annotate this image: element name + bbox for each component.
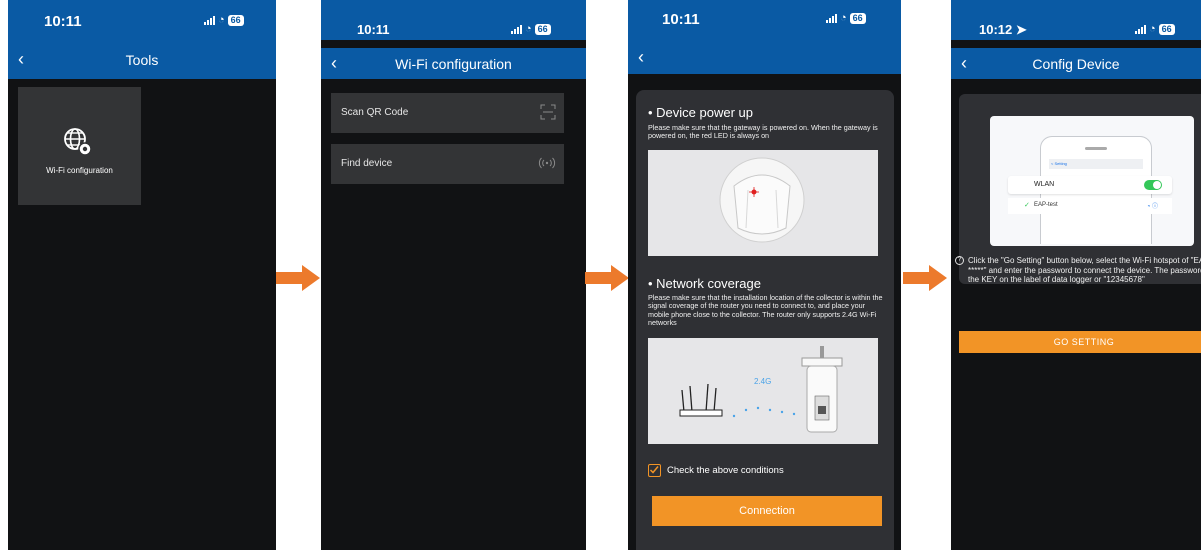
instructions-card: < Setting WLAN ✓ EAP-test ◔ ⓘ ? Click th… xyxy=(955,94,1201,284)
wifi-icon: ◔ xyxy=(525,23,532,35)
connection-button[interactable]: Connection xyxy=(652,496,882,526)
go-setting-button[interactable]: GO SETTING xyxy=(959,331,1201,353)
status-bar: 10:11 ◔ 66 xyxy=(628,0,901,40)
mock-network-row: ✓ EAP-test ◔ ⓘ xyxy=(1008,198,1172,214)
nav-bar: ‹ Config Device xyxy=(951,48,1201,79)
flow-arrow-icon xyxy=(585,265,629,291)
network-coverage-text: Please make sure that the installation l… xyxy=(648,293,883,328)
status-time-text: 10:12 xyxy=(979,22,1013,37)
band-label: 2.4G xyxy=(754,377,771,386)
wifi-icon: ◔ xyxy=(218,14,225,26)
help-icon: ? xyxy=(955,256,964,265)
wifi-configuration-tile[interactable]: Wi-Fi configuration xyxy=(18,87,141,205)
wifi-icon: ◔ xyxy=(840,12,847,24)
conditions-checkbox-row[interactable]: Check the above conditions xyxy=(648,464,784,477)
status-bar: 10:12 ➤ ◔ 66 xyxy=(951,0,1201,40)
cellular-signal-icon xyxy=(511,24,522,34)
status-icons: ◔ 66 xyxy=(826,12,866,24)
conditions-card: • Device power up Please make sure that … xyxy=(636,90,894,550)
mock-setting-back: < Setting xyxy=(1049,159,1143,169)
instruction-tip: ? Click the "Go Setting" button below, s… xyxy=(955,256,1201,285)
battery-icon: 66 xyxy=(1158,23,1175,35)
status-time: 10:11 xyxy=(662,11,700,28)
battery-icon: 66 xyxy=(849,12,866,24)
power-up-text: Please make sure that the gateway is pow… xyxy=(648,123,878,141)
check-conditions-label: Check the above conditions xyxy=(667,465,784,476)
battery-icon: 66 xyxy=(227,14,244,26)
nav-bar: ‹ xyxy=(628,40,901,74)
toggle-on-icon xyxy=(1144,180,1162,190)
globe-gear-icon xyxy=(64,128,92,156)
cellular-signal-icon xyxy=(204,15,215,25)
location-arrow-icon: ➤ xyxy=(1015,22,1027,37)
page-title: Config Device xyxy=(1032,56,1120,72)
gateway-led-illustration xyxy=(648,150,878,256)
flow-arrow-icon xyxy=(276,265,320,291)
wlan-settings-mock: < Setting WLAN ✓ EAP-test ◔ ⓘ xyxy=(990,116,1194,246)
network-coverage-heading: • Network coverage xyxy=(648,276,761,291)
nav-bar: ‹ Tools xyxy=(8,40,276,79)
scan-qr-code-item[interactable]: Scan QR Code xyxy=(331,93,564,133)
scan-qr-code-label: Scan QR Code xyxy=(341,107,409,118)
phone-checklist-screen: 10:11 ◔ 66 ‹ • Device power up Please ma… xyxy=(628,0,901,550)
flow-arrow-icon xyxy=(903,265,947,291)
mock-network-label: EAP-test xyxy=(1034,202,1058,208)
battery-icon: 66 xyxy=(534,23,551,35)
find-device-label: Find device xyxy=(341,158,393,169)
back-chevron-icon[interactable]: ‹ xyxy=(638,48,644,66)
cellular-signal-icon xyxy=(1135,24,1146,34)
phone-wifi-config-screen: 10:11 ◔ 66 ‹ Wi-Fi configuration Scan QR… xyxy=(321,0,586,550)
status-icons: ◔ 66 xyxy=(1135,23,1175,35)
status-bar: 10:11 ◔ 66 xyxy=(321,0,586,40)
status-icons: ◔ 66 xyxy=(511,23,551,35)
nav-bar: ‹ Wi-Fi configuration xyxy=(321,48,586,79)
instruction-text: Click the "Go Setting" button below, sel… xyxy=(968,256,1201,284)
mock-wlan-row: WLAN xyxy=(1008,176,1172,194)
page-title: Wi-Fi configuration xyxy=(395,56,512,72)
signal-icon xyxy=(538,157,556,169)
checkbox-checked-icon[interactable] xyxy=(648,464,661,477)
status-icons: ◔ 66 xyxy=(204,14,244,26)
status-time: 10:11 xyxy=(44,13,82,30)
mock-wlan-label: WLAN xyxy=(1034,181,1055,188)
status-time: 10:12 ➤ xyxy=(979,22,1027,38)
page-title: Tools xyxy=(125,52,159,68)
cellular-signal-icon xyxy=(826,13,837,23)
checkmark-icon: ✓ xyxy=(1024,202,1030,209)
tile-label: Wi-Fi configuration xyxy=(46,166,113,175)
status-bar: 10:11 ◔ 66 xyxy=(8,0,276,40)
router-collector-illustration: 2.4G xyxy=(648,338,878,444)
phone-tools-screen: 10:11 ◔ 66 ‹ Tools Wi-Fi configuration xyxy=(8,0,276,550)
scan-icon xyxy=(540,104,556,120)
phone-config-device-screen: 10:12 ➤ ◔ 66 ‹ Config Device < Setting W… xyxy=(951,0,1201,550)
find-device-item[interactable]: Find device xyxy=(331,144,564,184)
status-time: 10:11 xyxy=(357,22,390,37)
wifi-info-icon: ◔ ⓘ xyxy=(1146,204,1158,210)
wifi-icon: ◔ xyxy=(1149,23,1156,35)
power-up-heading: • Device power up xyxy=(648,105,753,120)
